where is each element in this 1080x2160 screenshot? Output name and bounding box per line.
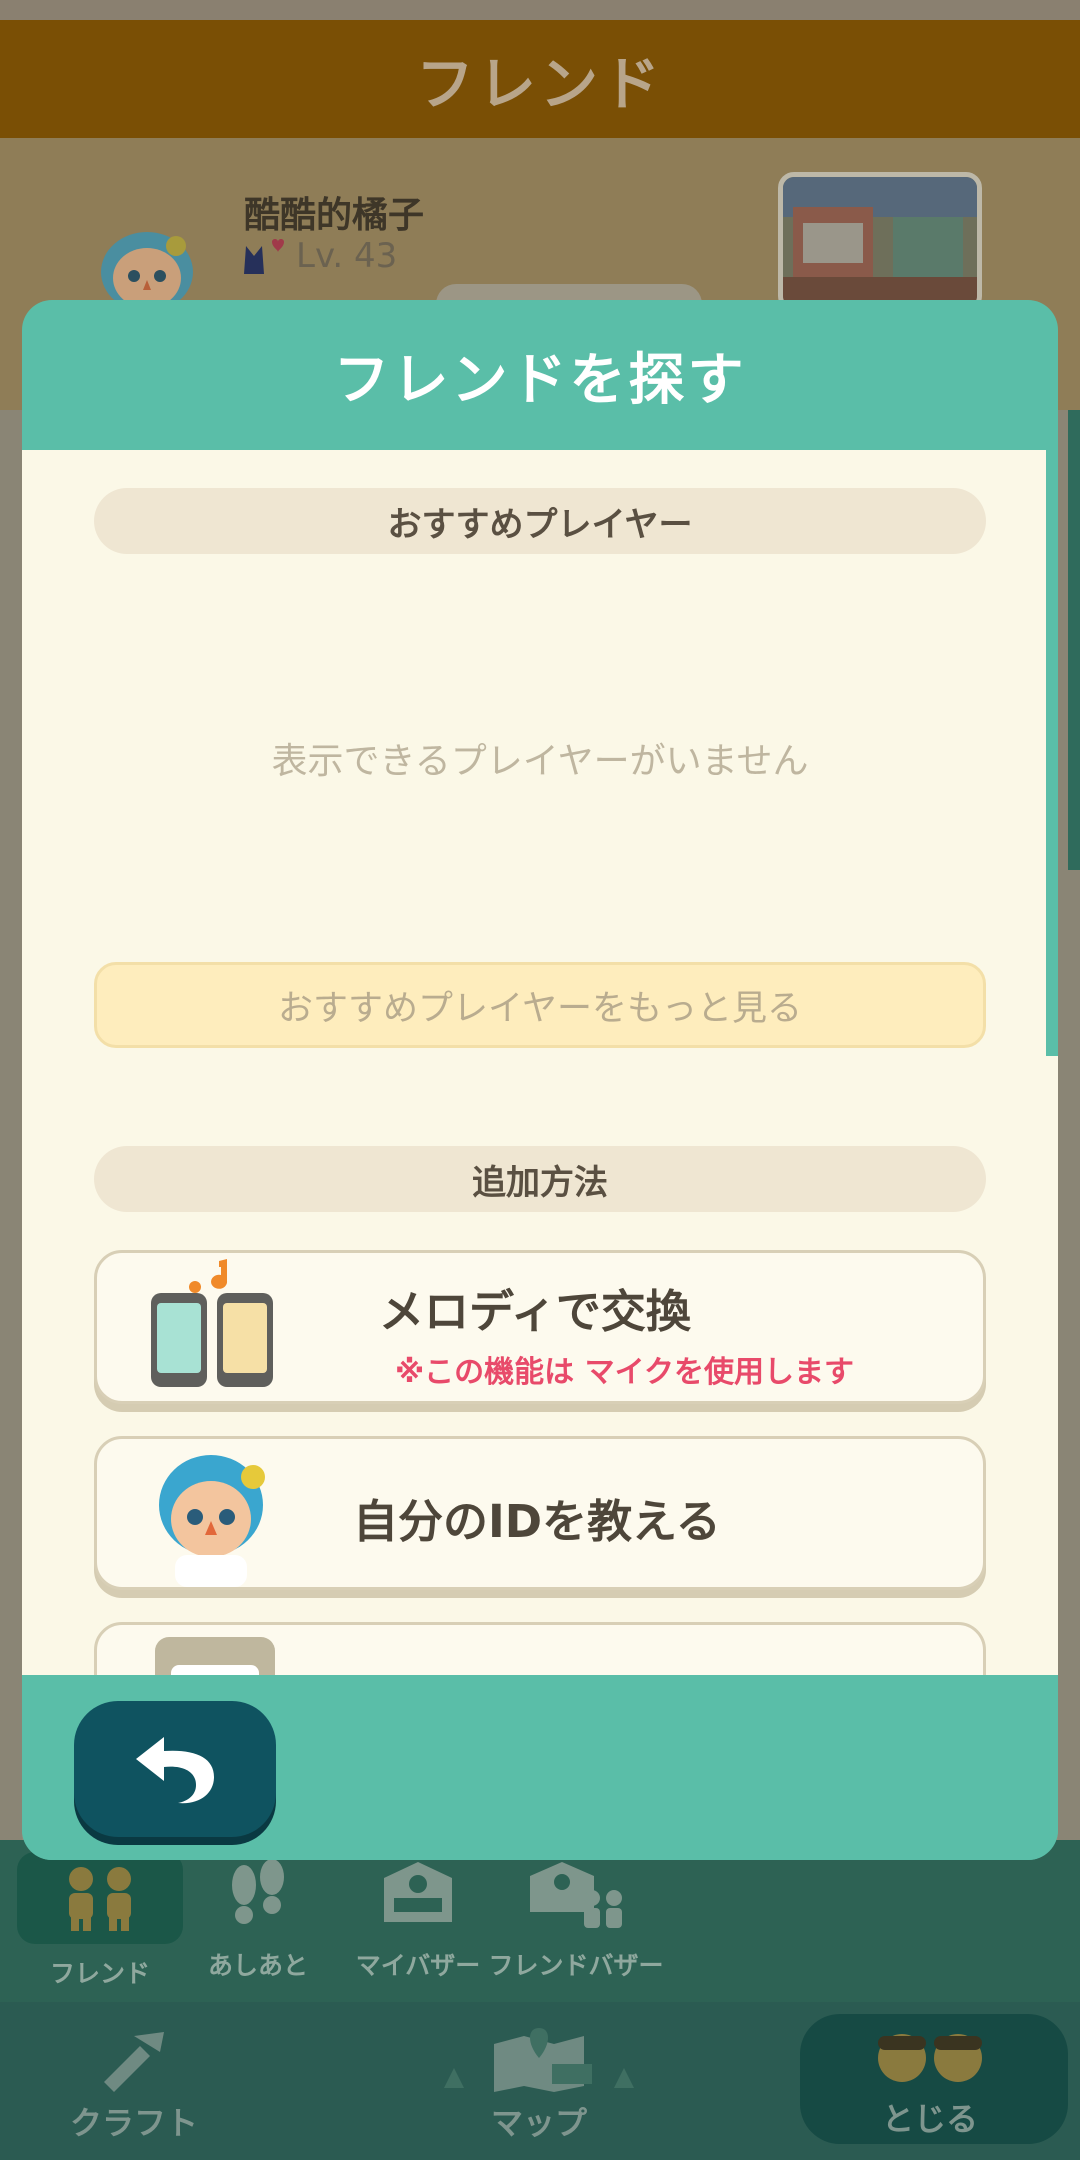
share-my-id-button[interactable]: 自分のIDを教える: [94, 1436, 986, 1590]
tab-my-bazaar-label: マイバザー: [355, 1951, 481, 1980]
profile-name: 酷酷的橘子: [244, 195, 425, 236]
modal-footer: [22, 1675, 1058, 1860]
recommended-section-title: おすすめプレイヤー: [387, 504, 693, 545]
nav-close-content[interactable]: とじる: [860, 2028, 1000, 2140]
friend-bazaar-icon: [516, 1852, 636, 1936]
bazaar-icon: [358, 1852, 478, 1936]
craft-icon: [104, 2032, 164, 2092]
melody-exchange-button[interactable]: メロディで交換 ※この機能は マイクを使用します: [94, 1250, 986, 1404]
profile-level: Lv. 43: [296, 236, 398, 276]
page-title: フレンド: [415, 50, 664, 118]
recommended-empty-message: 表示できるプレイヤーがいません: [271, 741, 809, 782]
player-avatar-icon: [159, 1455, 265, 1587]
tab-friend-bazaar[interactable]: フレンドバザー: [489, 1852, 664, 1992]
recommended-section-header: おすすめプレイヤー: [94, 488, 986, 554]
tab-footprints-label: あしあと: [207, 1951, 308, 1980]
nav-craft-label: クラフト: [70, 2104, 199, 2142]
close-friends-icon: [878, 2034, 982, 2082]
profile-camp-thumbnail[interactable]: [778, 172, 982, 312]
nav-map-label: マップ: [490, 2104, 587, 2142]
modal-content[interactable]: おすすめプレイヤー 表示できるプレイヤーがいません おすすめプレイヤーをもっと見…: [22, 450, 1058, 1675]
map-icon: [444, 2028, 634, 2092]
melody-exchange-title: メロディで交換: [379, 1285, 691, 1338]
footprints-icon: [198, 1852, 318, 1936]
more-recommended-button[interactable]: おすすめプレイヤーをもっと見る: [94, 962, 986, 1048]
add-methods-section-header: 追加方法: [94, 1146, 986, 1212]
add-methods-section-title: 追加方法: [472, 1162, 608, 1203]
tab-friend-bazaar-label: フレンドバザー: [488, 1951, 664, 1980]
tab-friends-label: フレンド: [49, 1959, 150, 1988]
background-left-edge: [0, 410, 22, 1840]
tab-footprints[interactable]: あしあと: [178, 1852, 338, 1992]
profile-level-row: Lv. 43: [240, 236, 397, 276]
cat-heart-icon: [244, 239, 284, 274]
status-bar: [0, 0, 1080, 20]
modal-title: フレンドを探す: [333, 347, 747, 413]
share-my-id-title: 自分のIDを教える: [353, 1495, 721, 1548]
find-friends-modal: フレンドを探す おすすめプレイヤー 表示できるプレイヤーがいません おすすめプレ…: [22, 300, 1058, 1860]
nav-craft[interactable]: クラフト: [70, 2028, 198, 2144]
phones-music-icon: [151, 1259, 273, 1387]
back-button[interactable]: [74, 1701, 276, 1837]
friends-icon: [17, 1852, 183, 1944]
microphone-note: ※この機能は マイクを使用します: [395, 1355, 855, 1390]
profile-avatar: [88, 220, 206, 312]
modal-title-bar: フレンドを探す: [22, 300, 1058, 450]
third-add-method-button[interactable]: [94, 1622, 986, 1675]
back-arrow-icon: [136, 1737, 214, 1804]
app-header: フレンド: [0, 20, 1080, 138]
tab-friends[interactable]: フレンド: [17, 1852, 183, 1992]
more-recommended-label: おすすめプレイヤーをもっと見る: [278, 988, 802, 1029]
modal-scrollbar[interactable]: [1046, 450, 1058, 1056]
nav-map[interactable]: マップ: [444, 2028, 634, 2144]
background-scrollbar[interactable]: [1068, 410, 1080, 870]
tab-my-bazaar[interactable]: マイバザー: [338, 1852, 498, 1992]
nav-close-label: とじる: [881, 2100, 978, 2138]
id-card-icon: [155, 1637, 275, 1675]
